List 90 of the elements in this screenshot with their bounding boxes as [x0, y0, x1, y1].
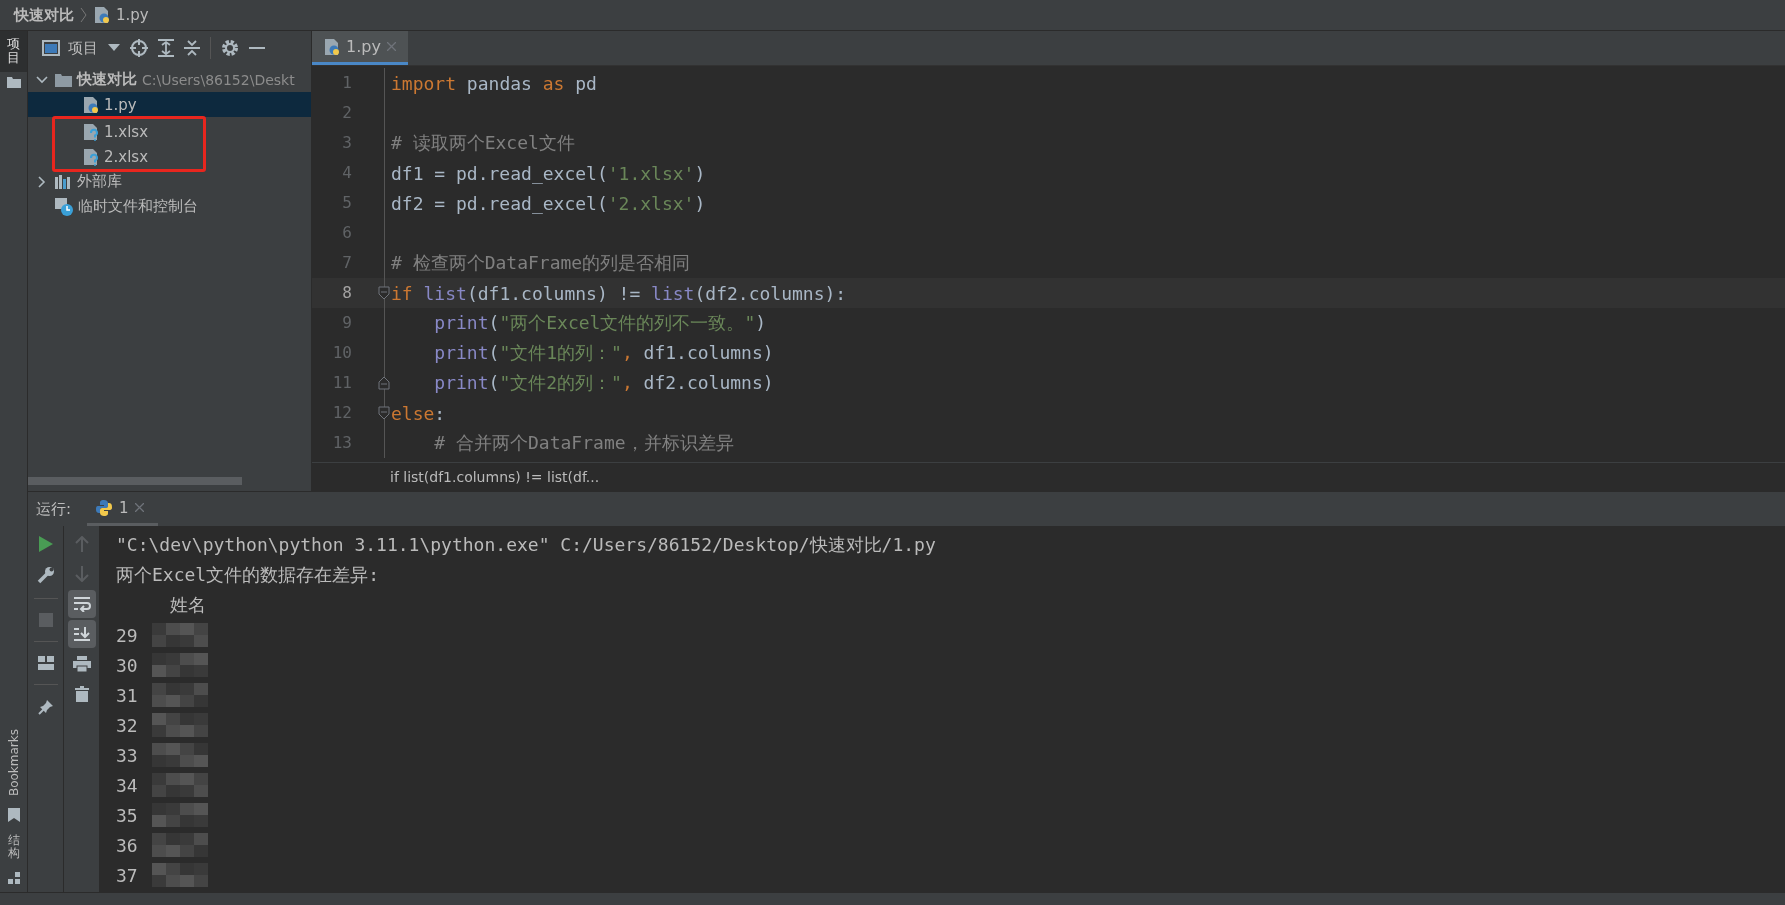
tree-item[interactable]: 1.py [28, 92, 311, 117]
unknown-file-icon [83, 147, 99, 166]
code-line: # 合并两个DataFrame，并标识差异 [433, 431, 734, 455]
print-icon[interactable] [72, 656, 91, 672]
layout-icon[interactable] [37, 656, 54, 670]
code-line: df1 = pd.read_excel('1.xlsx') [391, 162, 706, 184]
pixelated-name [151, 863, 208, 887]
tree-item[interactable]: 快速对比 C:\Users\86152\Deskt [28, 67, 311, 92]
console-output-line: "C:\dev\python\python 3.11.1\python.exe" C:/Users/86152/Desktop/快速对比/1.py [116, 533, 937, 557]
breadcrumb-item[interactable]: 快速对比 [14, 5, 74, 25]
python-file-icon [324, 37, 340, 56]
soft-wrap-icon [72, 596, 91, 612]
scroll-to-end-icon [72, 626, 91, 642]
row-index: 33 [116, 744, 138, 766]
pixelated-name [151, 833, 208, 857]
code-line: print("两个Excel文件的列不一致。") [433, 311, 767, 335]
pin-icon[interactable] [37, 699, 54, 715]
bookmark-icon [7, 807, 20, 822]
line-number: 3 [312, 128, 385, 158]
tree-item[interactable]: 2.xlsx [55, 144, 203, 169]
row-index: 35 [116, 804, 138, 826]
column-header: 姓名 [170, 593, 206, 617]
row-index: 30 [116, 654, 138, 676]
code-line: print("文件1的列：", df1.columns) [433, 341, 774, 365]
tree-item[interactable]: 临时文件和控制台 [28, 194, 311, 219]
chevron-icon [80, 7, 88, 23]
minimize-icon[interactable] [249, 46, 265, 50]
caret-icon[interactable] [108, 44, 120, 52]
console-output-line: 两个Excel文件的数据存在差异: [116, 563, 381, 587]
code-breadcrumb[interactable]: if list(df1.columns) != list(df... [390, 469, 600, 485]
structure-icon [7, 872, 20, 884]
folder-icon [55, 72, 72, 87]
line-number: 2 [312, 98, 385, 128]
code-line: if list(df1.columns) != list(df2.columns): [391, 282, 847, 304]
run-label: 运行: [36, 499, 72, 519]
scrollbar-thumb[interactable] [28, 477, 242, 485]
expand-all-icon[interactable] [158, 39, 174, 57]
row-index: 34 [116, 774, 138, 796]
code-line: # 检查两个DataFrame的列是否相同 [391, 251, 691, 275]
collapse-all-icon[interactable] [184, 39, 200, 57]
line-number: 4 [312, 158, 385, 188]
fold-marker-icon[interactable] [378, 406, 390, 420]
project-view-title[interactable]: 项目 [68, 38, 98, 58]
python-file-icon [83, 95, 99, 114]
pixelated-name [151, 653, 208, 677]
python-file-icon [94, 6, 110, 24]
line-number: 10 [312, 338, 385, 368]
trash-icon[interactable] [74, 686, 89, 702]
pixelated-name [151, 623, 208, 647]
structure-tool-tab[interactable]: 结构 [0, 827, 27, 866]
line-number: 1 [312, 68, 385, 98]
unknown-file-icon [83, 122, 99, 141]
line-number: 5 [312, 188, 385, 218]
pixelated-name [151, 683, 208, 707]
folder-icon [6, 75, 21, 88]
fold-marker-icon[interactable] [378, 286, 390, 300]
soft-wrap-button[interactable] [67, 590, 96, 618]
pixelated-name [151, 773, 208, 797]
row-index: 37 [116, 864, 138, 886]
library-icon [55, 174, 72, 189]
window-icon [42, 40, 60, 56]
code-line: else: [391, 402, 446, 424]
row-index: 36 [116, 834, 138, 856]
row-index: 29 [116, 624, 138, 646]
python-logo-icon [95, 498, 114, 517]
settings-icon[interactable] [221, 39, 239, 57]
code-line: import pandas as pd [391, 72, 597, 94]
line-number: 13 [312, 428, 385, 458]
pixelated-name [151, 803, 208, 827]
project-tool-tab[interactable]: 项目 [0, 31, 27, 72]
row-index: 31 [116, 684, 138, 706]
crosshair-icon[interactable] [130, 39, 148, 57]
fold-end-marker-icon[interactable] [378, 376, 390, 390]
wrench-icon[interactable] [36, 566, 55, 584]
console-clock-icon [55, 197, 73, 216]
pixelated-name [151, 743, 208, 767]
code-line: df2 = pd.read_excel('2.xlsx') [391, 192, 706, 214]
run-icon[interactable] [38, 536, 53, 552]
scroll-to-end-button[interactable] [67, 620, 96, 648]
pixelated-name [151, 713, 208, 737]
editor-tab[interactable]: 1.py [312, 31, 408, 65]
code-line: # 读取两个Excel文件 [391, 131, 575, 155]
tree-item[interactable]: 1.xlsx [55, 119, 203, 144]
code-line: print("文件2的列：", df2.columns) [433, 371, 774, 395]
line-number: 9 [312, 308, 385, 338]
breadcrumb-item[interactable]: 1.py [116, 6, 149, 24]
line-number: 6 [312, 218, 385, 248]
tree-item[interactable]: 外部库 [28, 169, 311, 194]
row-index: 32 [116, 714, 138, 736]
bookmarks-tool-tab[interactable]: Bookmarks [0, 722, 27, 802]
